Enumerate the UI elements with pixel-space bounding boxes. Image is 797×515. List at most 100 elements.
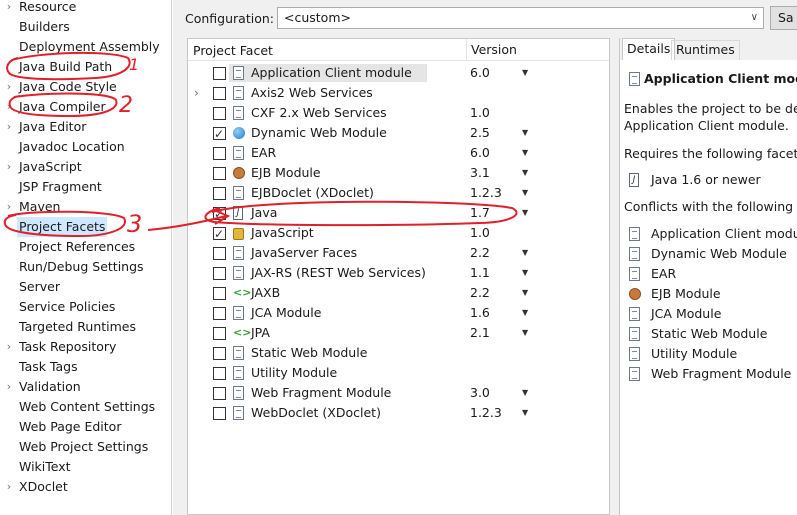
sidebar-item-project-references[interactable]: Project References [0, 237, 172, 257]
sidebar-item-web-project-settings[interactable]: Web Project Settings [0, 437, 172, 457]
chevron-right-icon[interactable]: › [3, 337, 15, 357]
facet-version[interactable]: 6.0 [470, 143, 490, 163]
sidebar-item-java-build-path[interactable]: Java Build Path [0, 57, 172, 77]
version-dropdown-icon[interactable]: ▼ [522, 403, 528, 423]
version-dropdown-icon[interactable]: ▼ [522, 263, 528, 283]
facet-row[interactable]: JavaScript 1.0 [188, 223, 608, 244]
sidebar-item-maven[interactable]: › Maven [0, 197, 172, 217]
facet-version[interactable]: 1.7 [470, 203, 490, 223]
sidebar-item-targeted-runtimes[interactable]: Targeted Runtimes [0, 317, 172, 337]
sidebar-item-java-code-style[interactable]: › Java Code Style [0, 77, 172, 97]
facet-checkbox[interactable] [213, 387, 226, 400]
version-dropdown-icon[interactable]: ▼ [522, 243, 528, 263]
facet-checkbox[interactable] [213, 124, 226, 144]
sidebar-item-service-policies[interactable]: Service Policies [0, 297, 172, 317]
version-dropdown-icon[interactable]: ▼ [522, 383, 528, 403]
sidebar-item-xdoclet[interactable]: › XDoclet [0, 477, 172, 497]
facet-row[interactable]: › Axis2 Web Services [188, 83, 608, 103]
facet-checkbox[interactable] [213, 247, 226, 260]
sidebar-item-web-page-editor[interactable]: Web Page Editor [0, 417, 172, 437]
facet-checkbox[interactable] [213, 87, 226, 100]
sidebar-item-web-content-settings[interactable]: Web Content Settings [0, 397, 172, 417]
facet-row[interactable]: <> JAXB 2.2 ▼ [188, 283, 608, 303]
facet-row[interactable]: JCA Module 1.6 ▼ [188, 303, 608, 323]
facet-checkbox[interactable] [213, 327, 226, 340]
sidebar-item-wikitext[interactable]: WikiText [0, 457, 172, 477]
facet-row[interactable]: EJBDoclet (XDoclet) 1.2.3 ▼ [188, 183, 608, 203]
version-dropdown-icon[interactable]: ▼ [522, 283, 528, 303]
facet-row[interactable]: <> JPA 2.1 ▼ [188, 323, 608, 343]
chevron-right-icon[interactable]: › [3, 0, 15, 17]
facet-checkbox[interactable] [213, 67, 226, 80]
version-dropdown-icon[interactable]: ▼ [522, 163, 528, 183]
facet-checkbox[interactable] [213, 407, 226, 420]
save-as-button[interactable]: Sa [770, 6, 797, 30]
configuration-select[interactable]: <custom> ∨ [277, 7, 764, 29]
sidebar-item-server[interactable]: Server [0, 277, 172, 297]
chevron-right-icon[interactable]: › [3, 97, 15, 117]
facet-row[interactable]: EAR 6.0 ▼ [188, 143, 608, 163]
facet-row[interactable]: Web Fragment Module 3.0 ▼ [188, 383, 608, 403]
chevron-right-icon[interactable]: › [3, 377, 15, 397]
chevron-right-icon[interactable]: › [3, 157, 15, 177]
facet-checkbox[interactable] [213, 287, 226, 300]
sidebar-item-task-tags[interactable]: Task Tags [0, 357, 172, 377]
facet-version[interactable]: 6.0 [470, 63, 490, 83]
sidebar-item-run-debug-settings[interactable]: Run/Debug Settings [0, 257, 172, 277]
version-dropdown-icon[interactable]: ▼ [522, 203, 528, 223]
facet-checkbox[interactable] [213, 347, 226, 360]
facet-version[interactable]: 1.2.3 [470, 403, 502, 423]
facet-row[interactable]: Application Client module 6.0 ▼ [188, 63, 608, 83]
version-dropdown-icon[interactable]: ▼ [522, 183, 528, 203]
sidebar-item-project-facets[interactable]: Project Facets [0, 217, 172, 237]
version-dropdown-icon[interactable]: ▼ [522, 63, 528, 83]
tab-details[interactable]: Details [622, 38, 676, 60]
facet-checkbox[interactable] [213, 107, 226, 120]
facet-row[interactable]: JavaServer Faces 2.2 ▼ [188, 243, 608, 263]
sidebar-item-deployment-assembly[interactable]: Deployment Assembly [0, 37, 172, 57]
sidebar-item-task-repository[interactable]: › Task Repository [0, 337, 172, 357]
sidebar-item-javascript[interactable]: › JavaScript [0, 157, 172, 177]
sidebar-item-javadoc-location[interactable]: Javadoc Location [0, 137, 172, 157]
sidebar-item-resource[interactable]: › Resource [0, 0, 172, 17]
facet-checkbox[interactable] [213, 367, 226, 380]
facet-version[interactable]: 2.2 [470, 283, 490, 303]
sidebar-item-validation[interactable]: › Validation [0, 377, 172, 397]
facet-version[interactable]: 1.1 [470, 263, 490, 283]
facet-row[interactable]: Static Web Module [188, 343, 608, 363]
facet-row[interactable]: Utility Module [188, 363, 608, 383]
facet-version[interactable]: 1.6 [470, 303, 490, 323]
chevron-right-icon[interactable]: › [194, 83, 204, 103]
column-header-facet[interactable]: Project Facet [193, 43, 273, 58]
version-dropdown-icon[interactable]: ▼ [522, 143, 528, 163]
facet-row[interactable]: JAX-RS (REST Web Services) 1.1 ▼ [188, 263, 608, 283]
facet-row[interactable]: CXF 2.x Web Services 1.0 [188, 103, 608, 123]
chevron-right-icon[interactable]: › [3, 117, 15, 137]
facet-checkbox[interactable] [213, 147, 226, 160]
facet-checkbox[interactable] [213, 267, 226, 280]
chevron-right-icon[interactable]: › [3, 477, 15, 497]
facet-checkbox[interactable] [213, 167, 226, 180]
tab-runtimes[interactable]: Runtimes [671, 40, 740, 60]
facet-checkbox[interactable] [213, 187, 226, 200]
facet-version[interactable]: 3.1 [470, 163, 490, 183]
version-dropdown-icon[interactable]: ▼ [522, 323, 528, 343]
version-dropdown-icon[interactable]: ▼ [522, 303, 528, 323]
sidebar-item-java-compiler[interactable]: › Java Compiler [0, 97, 172, 117]
chevron-right-icon[interactable]: › [3, 197, 15, 217]
facet-row[interactable]: Dynamic Web Module 2.5 ▼ [188, 123, 608, 144]
facet-version[interactable]: 2.2 [470, 243, 490, 263]
facet-version[interactable]: 3.0 [470, 383, 490, 403]
facet-checkbox[interactable] [213, 204, 226, 224]
facet-version[interactable]: 2.1 [470, 323, 490, 343]
version-dropdown-icon[interactable]: ▼ [522, 123, 528, 143]
facet-version[interactable]: 2.5 [470, 123, 490, 143]
sidebar-item-jsp-fragment[interactable]: JSP Fragment [0, 177, 172, 197]
facet-version[interactable]: 1.2.3 [470, 183, 502, 203]
facet-row[interactable]: EJB Module 3.1 ▼ [188, 163, 608, 183]
facet-checkbox[interactable] [213, 224, 226, 244]
sidebar-item-java-editor[interactable]: › Java Editor [0, 117, 172, 137]
facet-row[interactable]: WebDoclet (XDoclet) 1.2.3 ▼ [188, 403, 608, 423]
sidebar-item-builders[interactable]: Builders [0, 17, 172, 37]
column-header-version[interactable]: Version [466, 39, 616, 61]
